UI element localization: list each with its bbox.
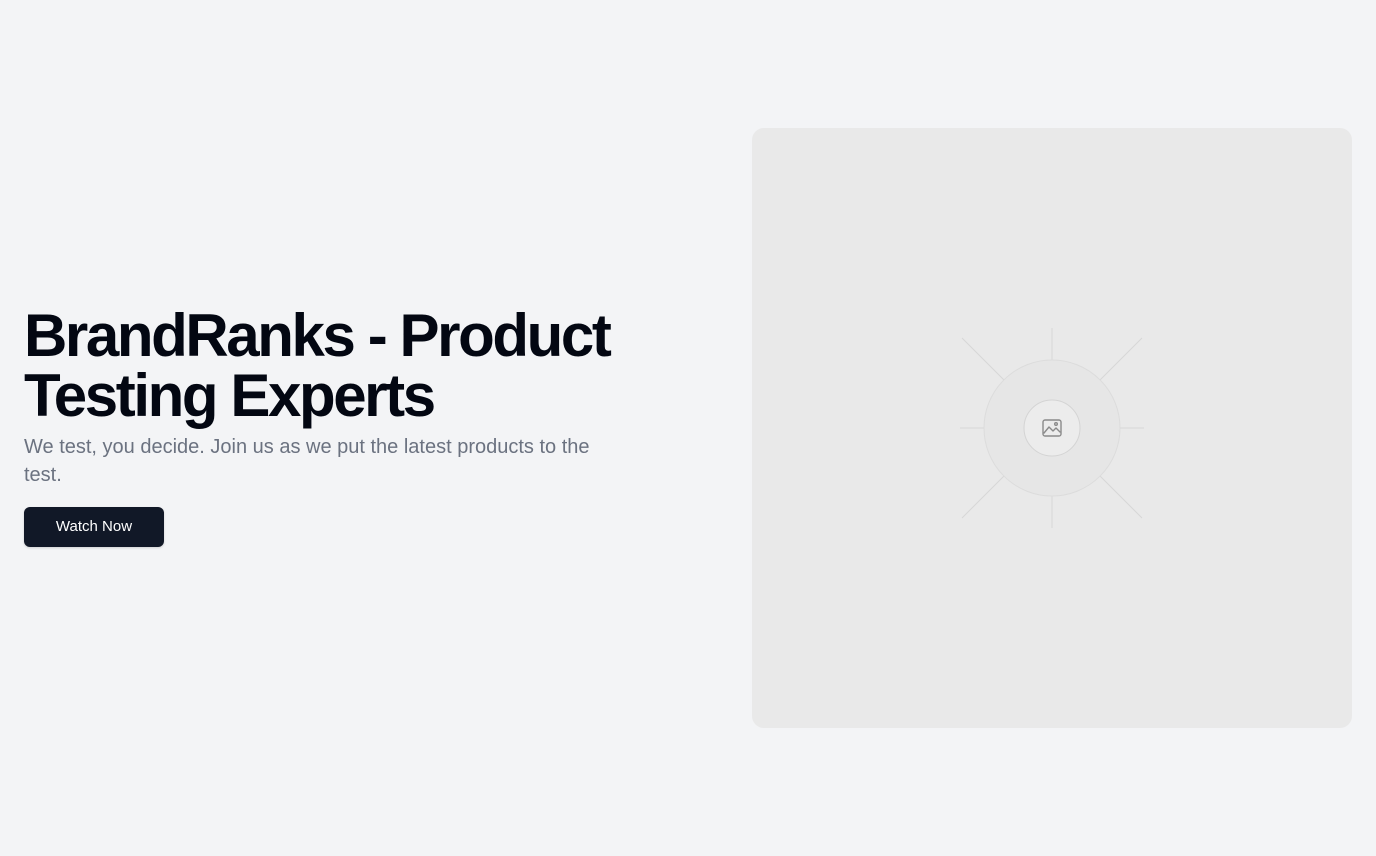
- hero-subtitle: We test, you decide. Join us as we put t…: [24, 436, 590, 486]
- hero-image-placeholder: [752, 128, 1352, 728]
- hero-text-block: BrandRanks - Product Testing Experts We …: [24, 306, 624, 547]
- hero-section: BrandRanks - Product Testing Experts We …: [0, 0, 1376, 856]
- placeholder-graphic: [960, 328, 1144, 528]
- watch-now-button[interactable]: Watch Now: [24, 507, 164, 547]
- hero-title: BrandRanks - Product Testing Experts: [24, 302, 612, 429]
